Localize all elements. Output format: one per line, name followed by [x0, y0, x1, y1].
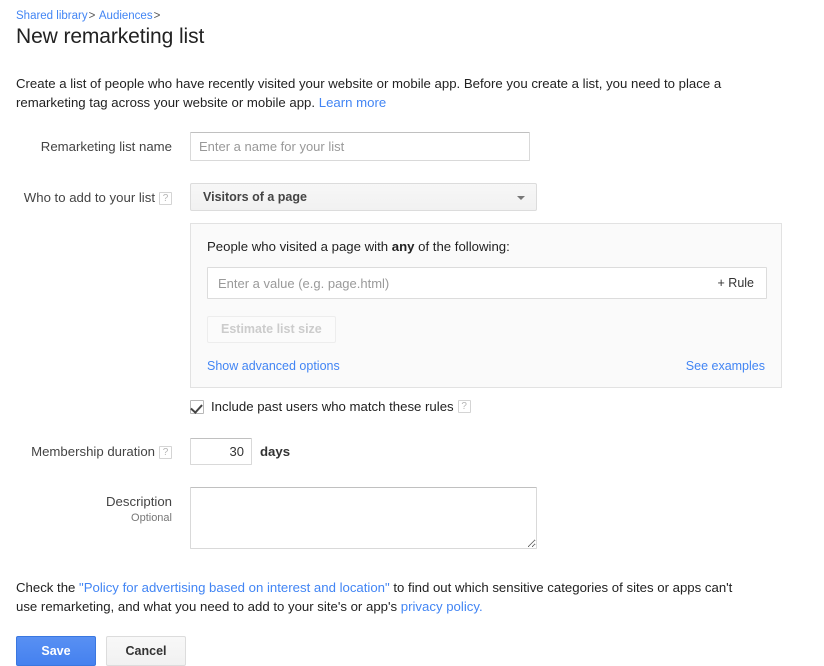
remarketing-list-name-input[interactable] — [190, 132, 530, 161]
rule-input-row: + Rule — [207, 267, 767, 299]
breadcrumb-separator-1: > — [88, 10, 97, 22]
page-title: New remarketing list — [16, 24, 824, 50]
breadcrumb-separator-2: > — [153, 10, 162, 22]
include-past-users-checkbox[interactable] — [190, 400, 204, 414]
field-description — [180, 487, 824, 552]
breadcrumb-item-shared-library[interactable]: Shared library — [16, 10, 88, 22]
breadcrumb-item-audiences[interactable]: Audiences — [99, 10, 153, 22]
policy-text-before: Check the — [16, 580, 79, 595]
estimate-button-wrap: Estimate list size — [207, 299, 765, 343]
rules-heading-suffix: of the following: — [414, 239, 509, 254]
page-header: Shared library> Audiences> New remarketi… — [0, 0, 824, 50]
policy-paragraph: Check the "Policy for advertising based … — [16, 578, 736, 616]
row-list-name: Remarketing list name — [0, 132, 824, 161]
include-past-users-label: Include past users who match these rules — [211, 399, 454, 414]
help-icon-audience[interactable]: ? — [159, 192, 172, 205]
label-membership-duration: Membership duration? — [0, 443, 180, 460]
see-examples-link[interactable]: See examples — [686, 359, 765, 373]
rules-panel-footer: Show advanced options See examples — [207, 359, 765, 373]
show-advanced-options-link[interactable]: Show advanced options — [207, 359, 340, 373]
privacy-policy-link[interactable]: privacy policy. — [401, 599, 483, 614]
membership-duration-input[interactable] — [190, 438, 252, 465]
help-icon-membership-duration[interactable]: ? — [159, 446, 172, 459]
label-list-name: Remarketing list name — [0, 132, 180, 155]
include-past-users-row: Include past users who match these rules… — [190, 399, 824, 414]
audience-type-select[interactable]: Visitors of a page — [190, 183, 537, 211]
save-button[interactable]: Save — [16, 636, 96, 666]
intro-paragraph: Create a list of people who have recentl… — [16, 74, 732, 112]
rule-value-input[interactable] — [208, 276, 712, 291]
rules-panel: People who visited a page with any of th… — [190, 223, 782, 388]
row-description: Description Optional — [0, 487, 824, 552]
label-audience-text: Who to add to your list — [24, 190, 155, 205]
row-audience: Who to add to your list? Visitors of a p… — [0, 183, 824, 414]
row-membership-duration: Membership duration? days — [0, 438, 824, 465]
breadcrumb: Shared library> Audiences> — [16, 9, 824, 23]
field-audience: Visitors of a page People who visited a … — [180, 183, 824, 414]
audience-type-selected-value: Visitors of a page — [203, 190, 307, 204]
form-actions: Save Cancel — [16, 636, 824, 666]
field-list-name — [180, 132, 824, 161]
description-textarea[interactable] — [190, 487, 537, 549]
rules-heading-bold: any — [392, 239, 415, 254]
chevron-down-icon — [517, 196, 525, 200]
estimate-list-size-button[interactable]: Estimate list size — [207, 316, 336, 343]
label-membership-duration-text: Membership duration — [31, 444, 155, 459]
label-description-text: Description — [0, 493, 172, 510]
remarketing-form: Remarketing list name Who to add to your… — [0, 132, 824, 552]
label-audience: Who to add to your list? — [0, 183, 180, 206]
membership-duration-unit: days — [260, 444, 290, 459]
cancel-button[interactable]: Cancel — [106, 636, 186, 666]
field-membership-duration: days — [180, 438, 824, 465]
help-icon-include-past-users[interactable]: ? — [458, 400, 471, 413]
add-rule-button[interactable]: + Rule — [712, 276, 766, 290]
rules-heading-prefix: People who visited a page with — [207, 239, 392, 254]
label-description: Description Optional — [0, 487, 180, 525]
learn-more-link[interactable]: Learn more — [319, 95, 386, 110]
policy-link[interactable]: "Policy for advertising based on interes… — [79, 580, 390, 595]
rules-heading: People who visited a page with any of th… — [207, 238, 765, 256]
label-description-sublabel: Optional — [0, 511, 172, 525]
